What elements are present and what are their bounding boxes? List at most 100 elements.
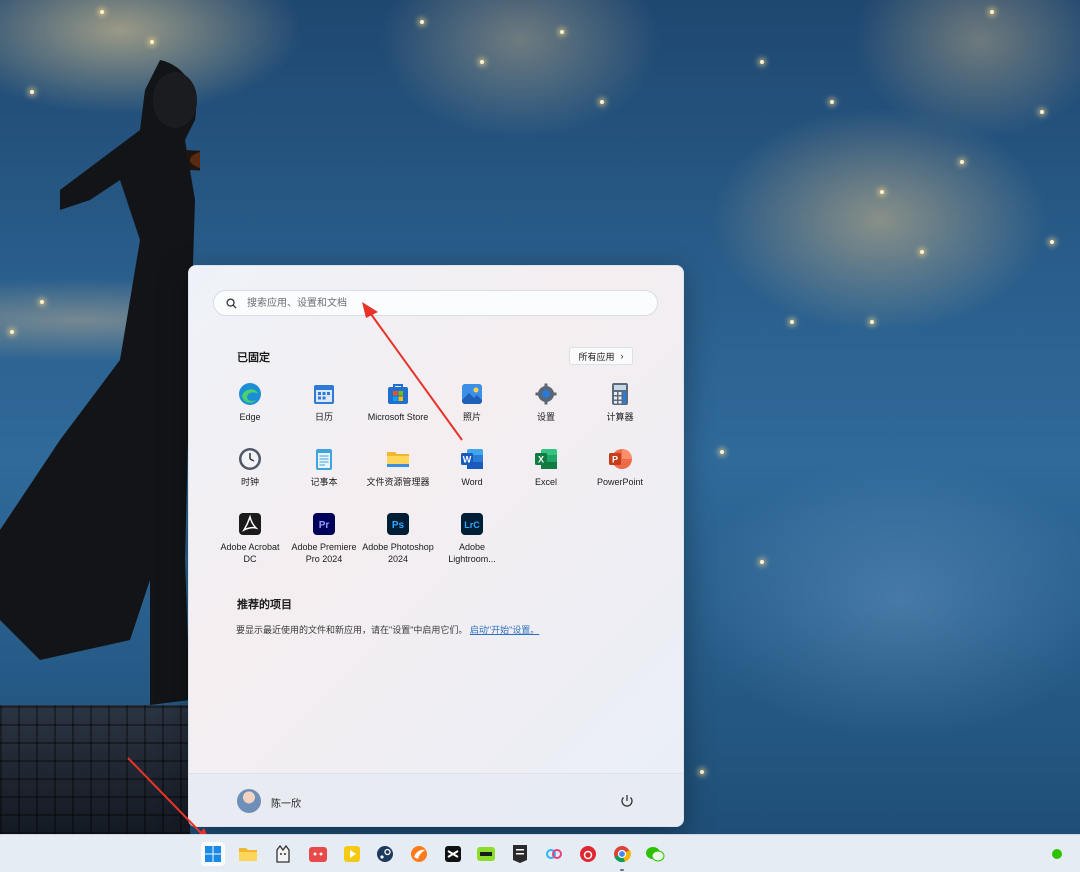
start-settings-link[interactable]: 启动"开始"设置。 <box>470 625 539 635</box>
notepad-icon <box>316 449 332 470</box>
powerpoint-icon: P <box>609 449 632 469</box>
file-explorer-icon <box>239 848 257 861</box>
photoshop-icon: Ps <box>387 513 409 535</box>
pinned-app-store[interactable]: Microsoft Store <box>361 380 435 442</box>
user-name[interactable]: 陈一欣 <box>271 795 301 810</box>
calendar-icon <box>314 385 334 404</box>
pinned-app-clock[interactable]: 时钟 <box>213 445 287 507</box>
ledge <box>0 705 190 834</box>
all-apps-label: 所有应用 <box>578 351 615 362</box>
pinned-app-file-explorer[interactable]: 文件资源管理器 <box>361 445 435 507</box>
taskbar-capcut[interactable] <box>441 842 465 866</box>
app-label: Adobe Photoshop 2024 <box>362 542 434 564</box>
svg-text:W: W <box>463 455 472 465</box>
pinned-app-notepad[interactable]: 记事本 <box>287 445 361 507</box>
svg-text:LrC: LrC <box>464 520 480 530</box>
pinned-app-excel[interactable]: X Excel <box>509 445 583 507</box>
svg-text:Pr: Pr <box>319 520 330 531</box>
taskbar-app-3[interactable] <box>407 842 431 866</box>
app-label: 时钟 <box>240 477 259 487</box>
app-icon <box>411 846 427 862</box>
svg-text:Ps: Ps <box>392 520 405 531</box>
recommended-message: 要显示最近使用的文件和新应用，请在"设置"中启用它们。 <box>236 625 468 635</box>
calculator-icon <box>612 383 628 405</box>
player-icon <box>344 846 360 862</box>
folder-icon <box>387 452 409 467</box>
violinist-figure <box>0 60 200 705</box>
app-label: PowerPoint <box>596 477 644 487</box>
taskbar-file-explorer[interactable] <box>236 842 260 866</box>
app-icon <box>546 849 562 859</box>
pinned-app-powerpoint[interactable]: P PowerPoint <box>583 445 657 507</box>
pinned-app-acrobat[interactable]: Adobe Acrobat DC <box>213 510 287 572</box>
clock-icon <box>239 448 261 470</box>
wechat-icon <box>646 847 665 862</box>
taskbar-epic-games[interactable] <box>508 842 532 866</box>
taskbar-player[interactable] <box>340 842 364 866</box>
pinned-app-calendar[interactable]: 日历 <box>287 380 361 442</box>
lightroom-icon: LrC <box>461 513 483 535</box>
netease-music-icon <box>580 846 596 862</box>
taskbar-app-1[interactable] <box>271 842 295 866</box>
app-label: 计算器 <box>606 412 634 422</box>
capcut-icon <box>445 846 461 862</box>
app-label: 记事本 <box>310 477 338 487</box>
all-apps-button[interactable]: 所有应用 › <box>569 347 633 365</box>
store-icon <box>388 384 408 404</box>
app-label: Adobe Lightroom... <box>448 542 496 564</box>
pinned-app-photoshop[interactable]: Ps Adobe Photoshop 2024 <box>361 510 435 572</box>
app-label: 日历 <box>314 412 333 422</box>
windows-start-button[interactable] <box>201 842 225 866</box>
app-label: Edge <box>239 412 261 422</box>
pinned-app-lightroom[interactable]: LrC Adobe Lightroom... <box>435 510 509 572</box>
app-icon <box>477 847 495 861</box>
edge-icon <box>239 383 261 405</box>
gear-icon <box>535 383 557 405</box>
tray-app-icon[interactable] <box>1050 847 1064 861</box>
pinned-app-word[interactable]: W Word <box>435 445 509 507</box>
photos-icon <box>462 384 482 404</box>
search-input[interactable] <box>245 296 629 310</box>
app-label: 文件资源管理器 <box>366 477 430 487</box>
taskbar-app-2[interactable] <box>306 842 330 866</box>
svg-text:X: X <box>538 455 544 465</box>
taskbar-app-5[interactable] <box>542 842 566 866</box>
chrome-icon <box>614 846 631 863</box>
word-icon: W <box>461 449 483 469</box>
start-menu: 已固定 所有应用 › Edge 日历 Microsoft Store 照片 设置… <box>188 265 684 827</box>
chevron-right-icon: › <box>620 351 624 361</box>
app-label: 设置 <box>536 412 555 422</box>
taskbar-app-4[interactable] <box>474 842 498 866</box>
pinned-app-photos[interactable]: 照片 <box>435 380 509 442</box>
app-label: Adobe Premiere Pro 2024 <box>291 542 357 564</box>
taskbar-wechat[interactable] <box>643 842 667 866</box>
taskbar-chrome[interactable] <box>610 842 634 871</box>
taskbar-steam[interactable] <box>373 842 397 866</box>
app-label: Word <box>461 477 483 487</box>
epic-games-icon <box>513 845 527 863</box>
steam-icon <box>377 846 393 862</box>
app-label: Microsoft Store <box>367 412 429 422</box>
user-avatar[interactable] <box>237 789 261 813</box>
recommended-title: 推荐的项目 <box>237 599 292 611</box>
taskbar-netease-music[interactable] <box>576 842 600 866</box>
app-label: 照片 <box>462 412 481 422</box>
pinned-app-calculator[interactable]: 计算器 <box>583 380 657 442</box>
pinned-app-edge[interactable]: Edge <box>213 380 287 442</box>
pinned-app-premiere[interactable]: Pr Adobe Premiere Pro 2024 <box>287 510 361 572</box>
app-label: Excel <box>534 477 557 487</box>
search-icon <box>226 297 237 309</box>
pinned-app-settings[interactable]: 设置 <box>509 380 583 442</box>
app-label: Adobe Acrobat DC <box>220 542 280 564</box>
svg-text:P: P <box>612 455 618 465</box>
excel-icon: X <box>535 449 557 469</box>
premiere-icon: Pr <box>313 513 335 535</box>
start-menu-footer: 陈一欣 <box>189 773 683 826</box>
search-box[interactable] <box>213 290 658 316</box>
windows-start-icon <box>205 846 221 862</box>
recommended-text: 要显示最近使用的文件和新应用，请在"设置"中启用它们。 启动"开始"设置。 <box>236 623 539 636</box>
power-icon[interactable] <box>619 793 635 809</box>
app-icon <box>309 847 327 862</box>
app-icon <box>276 844 290 863</box>
pinned-title: 已固定 <box>237 352 270 364</box>
